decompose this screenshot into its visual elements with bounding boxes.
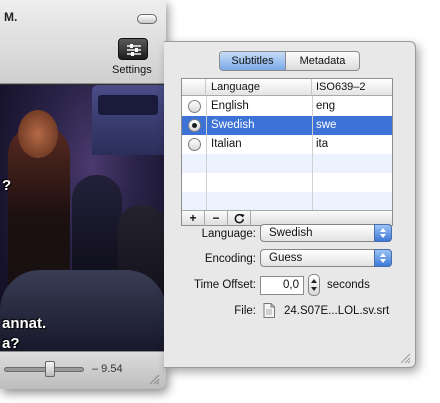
column-header-select[interactable] [182, 79, 206, 96]
refresh-icon [234, 213, 244, 224]
encoding-popup[interactable]: Guess [260, 249, 392, 267]
row-iso: swe [316, 119, 337, 131]
remove-subtitle-button[interactable]: − [205, 211, 228, 226]
document-icon [263, 303, 275, 318]
row-language: Swedish [211, 119, 255, 131]
table-row[interactable]: English eng [182, 97, 392, 116]
radio-button[interactable] [188, 138, 201, 151]
file-label: File: [234, 305, 256, 317]
settings-label: Settings [112, 64, 152, 76]
settings-sliders-icon [127, 44, 141, 56]
player-titlebar: M. Settings [0, 0, 166, 84]
column-header-language[interactable]: Language [206, 79, 312, 96]
tab-metadata[interactable]: Metadata [286, 52, 359, 70]
language-value: Swedish [269, 227, 313, 239]
table-row[interactable]: Italian ita [182, 135, 392, 154]
subtitle-line: ? [2, 177, 12, 194]
popup-arrows-icon [374, 224, 392, 242]
settings-button[interactable] [118, 38, 148, 60]
popup-arrows-icon [374, 249, 392, 267]
window-title: M. [4, 10, 18, 24]
table-button-bar: + − [182, 210, 392, 226]
row-iso: eng [316, 100, 336, 112]
video-frame: ON ? annat. a? [0, 85, 166, 351]
radio-button-selected[interactable] [188, 119, 201, 132]
subtitles-drawer: Subtitles Metadata Language ISO639–2 Eng… [164, 41, 416, 368]
tab-control: Subtitles Metadata [219, 51, 360, 71]
file-name: 24.S07E...LOL.sv.srt [284, 305, 390, 317]
time-offset-unit: seconds [327, 279, 370, 291]
time-offset-stepper[interactable] [308, 274, 320, 296]
toolbar-toggle-button[interactable] [137, 14, 157, 24]
radio-button[interactable] [188, 100, 201, 113]
video-vehicle-window [98, 95, 158, 115]
column-divider [312, 96, 313, 211]
column-header-iso[interactable]: ISO639–2 [312, 79, 392, 96]
subtitle-line: annat. [2, 315, 47, 332]
empty-row [182, 154, 392, 173]
time-offset-field[interactable]: 0,0 [260, 276, 304, 295]
player-window: M. Settings ON ? [0, 0, 166, 389]
refresh-button[interactable] [228, 211, 251, 226]
table-row-selected[interactable]: Swedish swe [182, 116, 392, 135]
remaining-time: – 9.54 [92, 363, 123, 375]
screen: M. Settings ON ? [0, 0, 440, 403]
encoding-label: Encoding: [204, 253, 256, 265]
playback-slider-knob[interactable] [45, 361, 55, 377]
resize-grip-icon[interactable] [148, 373, 160, 385]
language-popup[interactable]: Swedish [260, 224, 392, 242]
empty-row [182, 173, 392, 192]
subtitle-line: a? [2, 335, 20, 351]
time-offset-label: Time Offset: [194, 279, 256, 291]
video-person-head [18, 110, 58, 158]
subtitle-table: Language ISO639–2 English eng Swedish sw… [181, 78, 393, 226]
column-divider [206, 96, 207, 211]
encoding-value: Guess [269, 252, 303, 264]
empty-row [182, 192, 392, 210]
row-language: Italian [211, 138, 242, 150]
player-controls: – 9.54 [0, 351, 166, 389]
language-label: Language: [201, 228, 256, 240]
add-subtitle-button[interactable]: + [182, 211, 205, 226]
row-language: English [211, 100, 249, 112]
resize-grip-icon[interactable] [399, 352, 411, 364]
row-iso: ita [316, 138, 329, 150]
playback-slider[interactable] [4, 367, 84, 372]
tab-subtitles[interactable]: Subtitles [220, 52, 286, 70]
